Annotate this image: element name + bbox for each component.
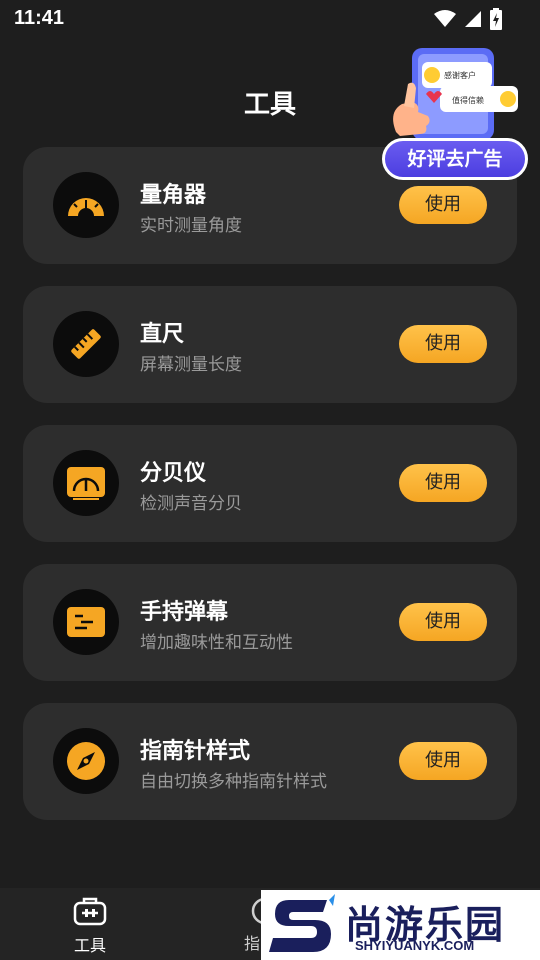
status-time: 11:41 — [14, 7, 65, 29]
remove-ads-button[interactable]: 好评去广告 — [382, 138, 528, 180]
card-title: 手持弹幕 — [140, 600, 229, 625]
use-button-ruler[interactable]: 使用 — [399, 325, 487, 363]
cell-signal-icon — [465, 11, 481, 27]
card-title: 指南针样式 — [140, 739, 251, 764]
card-title: 直尺 — [140, 322, 185, 347]
use-button-decibel[interactable]: 使用 — [399, 464, 487, 502]
toolbox-icon — [73, 897, 107, 926]
card-subtitle: 增加趣味性和互动性 — [140, 633, 293, 653]
tool-card-bullet-comment[interactable]: 手持弹幕 增加趣味性和互动性 使用 — [23, 564, 517, 681]
nav-tab-tools-label: 工具 — [73, 936, 106, 955]
promo-bubble-line-1: 感谢客户 — [444, 71, 476, 80]
promo-bubble-line-2: 值得信赖 — [452, 96, 484, 105]
decibel-meter-icon — [53, 450, 119, 516]
protractor-icon — [53, 172, 119, 238]
tool-card-ruler[interactable]: 直尺 屏幕测量长度 使用 — [23, 286, 517, 403]
remove-ads-promo[interactable]: 感谢客户 值得信赖 好评去广告 — [382, 44, 532, 182]
card-subtitle: 自由切换多种指南针样式 — [140, 772, 327, 792]
card-subtitle: 检测声音分贝 — [140, 494, 242, 514]
use-button-protractor[interactable]: 使用 — [399, 186, 487, 224]
bullet-comment-icon — [53, 589, 119, 655]
phone-thumbs-up-illustration — [393, 48, 518, 140]
use-button-compass-style[interactable]: 使用 — [399, 742, 487, 780]
card-title: 量角器 — [140, 183, 207, 208]
watermark-logo-icon — [269, 894, 335, 952]
tool-card-decibel[interactable]: 分贝仪 检测声音分贝 使用 — [23, 425, 517, 542]
wifi-icon — [434, 10, 456, 27]
watermark-url: SHYIYUANYK.COM — [355, 938, 475, 953]
card-subtitle: 实时测量角度 — [140, 216, 242, 236]
status-bar: 11:41 — [0, 0, 540, 36]
nav-tab-compass-label: 指 — [244, 934, 261, 953]
card-subtitle: 屏幕测量长度 — [140, 355, 242, 375]
nav-tab-tools[interactable]: 工具 — [64, 896, 116, 956]
card-title: 分贝仪 — [140, 461, 207, 486]
status-icons — [434, 8, 502, 30]
site-watermark: 尚游乐园 SHYIYUANYK.COM — [261, 890, 540, 960]
ruler-icon — [53, 311, 119, 377]
tool-card-compass-style[interactable]: 指南针样式 自由切换多种指南针样式 使用 — [23, 703, 517, 820]
use-button-bullet-comment[interactable]: 使用 — [399, 603, 487, 641]
compass-icon — [53, 728, 119, 794]
battery-icon — [490, 8, 502, 30]
